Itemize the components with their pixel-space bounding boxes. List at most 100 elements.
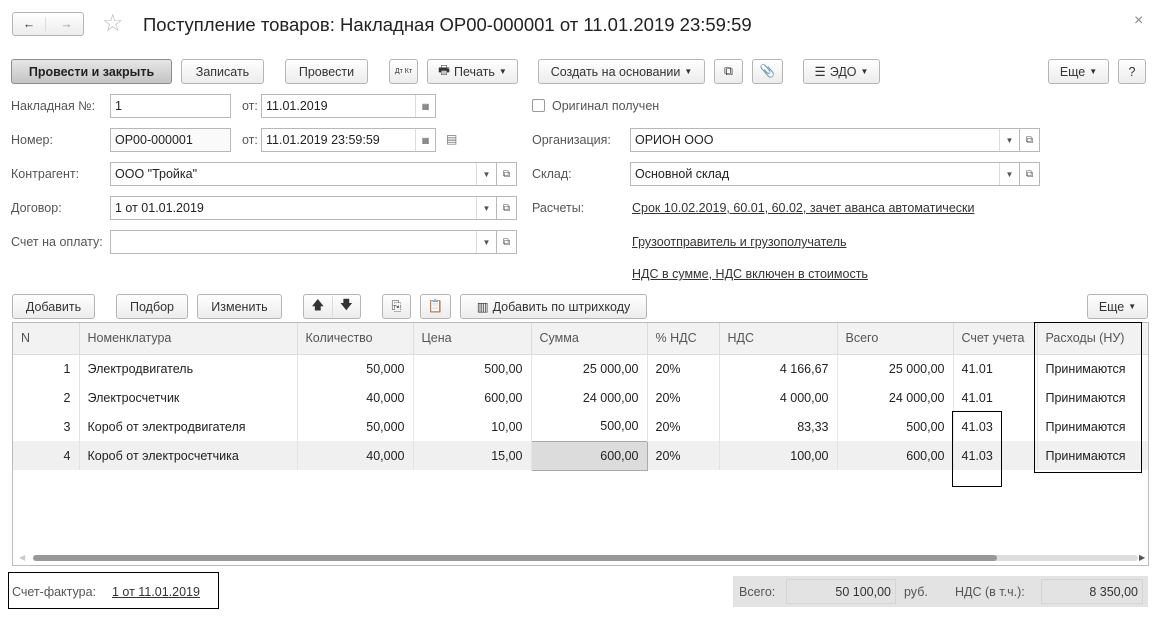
add-button[interactable]: Добавить	[12, 294, 95, 319]
col-total-header[interactable]: Всего	[837, 323, 954, 355]
col-nomenclature-cell[interactable]: Короб от электросчетчика	[79, 441, 298, 470]
save-button[interactable]: Записать	[181, 59, 264, 84]
col-vat-rate-cell[interactable]: 20%	[647, 441, 720, 470]
col-n-cell[interactable]: 2	[13, 383, 80, 412]
open-icon[interactable]: ⧉	[497, 196, 517, 220]
col-price-header[interactable]: Цена	[413, 323, 532, 355]
col-quantity-cell[interactable]: 40,000	[297, 383, 414, 412]
horizontal-scrollbar[interactable]: ◀ ▶	[13, 551, 1148, 565]
col-quantity-header[interactable]: Количество	[297, 323, 414, 355]
calendar-icon[interactable]: ▦	[415, 95, 435, 117]
close-icon[interactable]: ×	[1134, 12, 1143, 30]
create-based-button[interactable]: Создать на основании ▼	[538, 59, 705, 84]
scroll-left-icon[interactable]: ◀	[19, 553, 25, 562]
col-price-cell[interactable]: 600,00	[413, 383, 532, 412]
scroll-right-icon[interactable]: ▶	[1139, 553, 1145, 562]
post-button[interactable]: Провести	[285, 59, 368, 84]
print-button[interactable]: 🖶 Печать ▼	[427, 59, 518, 84]
col-total-cell[interactable]: 600,00	[837, 441, 954, 470]
col-quantity-cell[interactable]: 50,000	[297, 412, 414, 441]
edit-button[interactable]: Изменить	[197, 294, 282, 319]
col-vat-rate-cell[interactable]: 20%	[647, 412, 720, 441]
col-total-cell[interactable]: 25 000,00	[837, 354, 954, 383]
col-price-cell[interactable]: 500,00	[413, 354, 532, 383]
edo-button[interactable]: ☰ ЭДО ▼	[803, 59, 880, 84]
dt-kt-button[interactable]: Дт Кт	[389, 59, 418, 84]
col-n-cell[interactable]: 4	[13, 441, 80, 470]
chevron-down-icon[interactable]: ▼	[999, 129, 1019, 151]
col-price-cell[interactable]: 10,00	[413, 412, 532, 441]
table-more-button[interactable]: Еще ▼	[1087, 294, 1148, 319]
pick-button[interactable]: Подбор	[116, 294, 188, 319]
payment-select[interactable]: ▼	[110, 230, 497, 254]
move-down-icon[interactable]: 🡇	[333, 296, 361, 317]
invoice-no-input[interactable]: 1	[110, 94, 231, 118]
col-n-cell[interactable]: 3	[13, 412, 80, 441]
col-account-cell[interactable]: 41.01	[953, 383, 1038, 412]
structure-icon[interactable]: ⧉	[714, 59, 743, 84]
col-vat-cell[interactable]: 100,00	[719, 441, 838, 470]
open-icon[interactable]: ⧉	[1020, 162, 1040, 186]
copy-icon[interactable]: ⎘	[382, 294, 411, 319]
number-input[interactable]: ОР00-000001	[110, 128, 231, 152]
table-row[interactable]: 1 Электродвигатель 50,000 500,00 25 000,00 20…	[13, 354, 1148, 383]
back-button[interactable]: ←	[13, 17, 47, 31]
col-vat-cell[interactable]: 4 166,67	[719, 354, 838, 383]
scrollbar-thumb[interactable]	[33, 555, 997, 561]
forward-button[interactable]: →	[50, 17, 83, 31]
more-button[interactable]: Еще ▼	[1048, 59, 1109, 84]
settlements-link[interactable]: Срок 10.02.2019, 60.01, 60.02, зачет ава…	[632, 201, 974, 215]
col-vat-rate-cell[interactable]: 20%	[647, 354, 720, 383]
attachment-icon[interactable]: 📎	[752, 59, 783, 84]
open-icon[interactable]: ⧉	[497, 230, 517, 254]
post-and-close-button[interactable]: Провести и закрыть	[11, 59, 172, 84]
col-price-cell[interactable]: 15,00	[413, 441, 532, 470]
chevron-down-icon[interactable]: ▼	[476, 197, 496, 219]
history-icon[interactable]: ▤	[446, 132, 457, 146]
contract-select[interactable]: 1 от 01.01.2019 ▼	[110, 196, 497, 220]
col-sum-cell[interactable]: 500,00	[531, 412, 648, 441]
warehouse-select[interactable]: Основной склад ▼	[630, 162, 1020, 186]
chevron-down-icon[interactable]: ▼	[476, 231, 496, 253]
invoice-link[interactable]: 1 от 11.01.2019	[112, 585, 200, 599]
col-nomenclature-cell[interactable]: Электросчетчик	[79, 383, 298, 412]
col-total-cell[interactable]: 500,00	[837, 412, 954, 441]
col-n-header[interactable]: N	[13, 323, 80, 355]
col-sum-cell[interactable]: 600,00	[530, 440, 648, 471]
col-vat-rate-header[interactable]: % НДС	[647, 323, 720, 355]
org-select[interactable]: ОРИОН ООО ▼	[630, 128, 1020, 152]
col-sum-header[interactable]: Сумма	[531, 323, 648, 355]
col-quantity-cell[interactable]: 40,000	[297, 441, 414, 470]
move-up-icon[interactable]: 🡅	[304, 296, 333, 317]
col-nomenclature-cell[interactable]: Электродвигатель	[79, 354, 298, 383]
col-account-cell[interactable]: 41.01	[953, 354, 1038, 383]
col-sum-cell[interactable]: 25 000,00	[531, 354, 648, 383]
shipper-link[interactable]: Грузоотправитель и грузополучатель	[632, 235, 847, 249]
favorite-star-icon[interactable]: ☆	[102, 9, 124, 38]
add-by-barcode-button[interactable]: ▥ Добавить по штрихкоду	[460, 294, 647, 319]
paste-icon[interactable]: 📋	[420, 294, 451, 319]
help-button[interactable]: ?	[1118, 59, 1146, 84]
col-nomenclature-header[interactable]: Номенклатура	[79, 323, 298, 355]
col-vat-cell[interactable]: 83,33	[719, 412, 838, 441]
col-n-cell[interactable]: 1	[13, 354, 80, 383]
col-sum-cell[interactable]: 24 000,00	[531, 383, 648, 412]
col-vat-cell[interactable]: 4 000,00	[719, 383, 838, 412]
vat-link[interactable]: НДС в сумме, НДС включен в стоимость	[632, 267, 868, 281]
col-quantity-cell[interactable]: 50,000	[297, 354, 414, 383]
col-account-header[interactable]: Счет учета	[953, 323, 1038, 355]
col-vat-rate-cell[interactable]: 20%	[647, 383, 720, 412]
contractor-select[interactable]: ООО "Тройка" ▼	[110, 162, 497, 186]
open-icon[interactable]: ⧉	[1020, 128, 1040, 152]
open-icon[interactable]: ⧉	[497, 162, 517, 186]
chevron-down-icon[interactable]: ▼	[999, 163, 1019, 185]
invoice-date-input[interactable]: 11.01.2019 ▦	[261, 94, 436, 118]
table-row[interactable]: 2 Электросчетчик 40,000 600,00 24 000,00 20% 4…	[13, 383, 1148, 412]
number-date-input[interactable]: 11.01.2019 23:59:59 ▦	[261, 128, 436, 152]
calendar-icon[interactable]: ▦	[415, 129, 435, 151]
chevron-down-icon[interactable]: ▼	[476, 163, 496, 185]
col-total-cell[interactable]: 24 000,00	[837, 383, 954, 412]
original-received-checkbox[interactable]	[532, 99, 545, 112]
col-vat-header[interactable]: НДС	[719, 323, 838, 355]
col-nomenclature-cell[interactable]: Короб от электродвигателя	[79, 412, 298, 441]
